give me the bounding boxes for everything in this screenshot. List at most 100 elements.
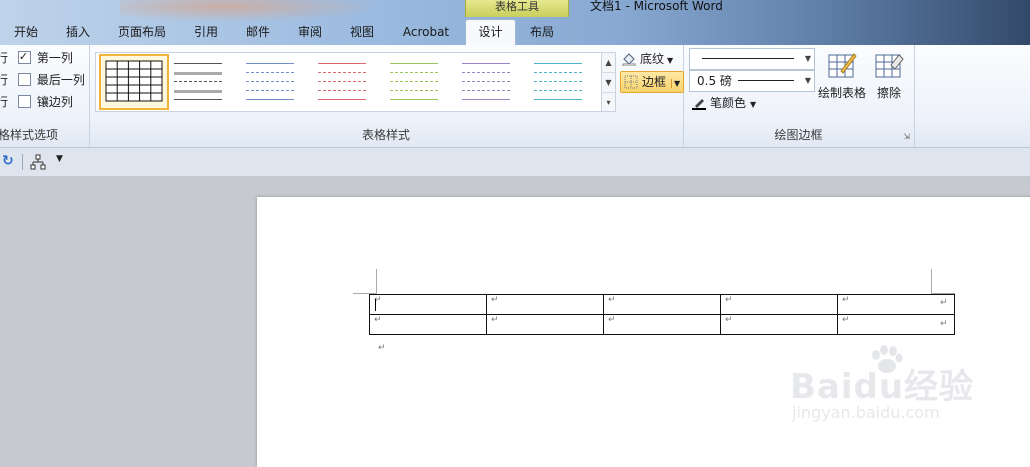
option-first-column[interactable]: 行 第一列 <box>0 48 73 67</box>
table-style-swatch[interactable] <box>384 59 444 105</box>
watermark-brand: Baidu经验 <box>790 367 975 407</box>
pen-color-button[interactable]: 笔颜色 ▼ <box>692 93 756 113</box>
table-cell[interactable]: ↵ <box>486 314 604 335</box>
checkbox-first-column[interactable] <box>17 48 31 66</box>
redo-icon[interactable]: ↻ <box>2 153 14 169</box>
cell-end-mark: ↵ <box>491 315 499 325</box>
document-table[interactable]: ↵ ↵ ↵ ↵ ↵ ↵ ↵ ↵ ↵ ↵ <box>369 294 955 335</box>
table-row[interactable]: ↵ ↵ ↵ ↵ ↵ <box>369 314 955 335</box>
swatch-line <box>534 81 582 82</box>
table-cell[interactable]: ↵ <box>720 294 838 315</box>
paint-bucket-icon <box>622 53 636 66</box>
title-bar: 表格工具 文档1 - Microsoft Word 开始 插入 页面布局 引用 … <box>0 0 1030 47</box>
table-style-swatch[interactable] <box>168 59 228 105</box>
swatch-line <box>246 99 294 100</box>
group-table-style-options: 行 第一列 行 最后一列 行 镶边列 格样式选项 <box>0 45 90 147</box>
table-cell[interactable]: ↵ <box>369 314 487 335</box>
table-style-swatch[interactable] <box>456 59 516 105</box>
document-page[interactable]: ↵ ↵ ↵ ↵ ↵ ↵ ↵ ↵ ↵ ↵ ↵ ↵ ↵ <box>257 197 1030 467</box>
table-grid-preview-icon <box>105 60 163 102</box>
customize-toolbar-chevron-icon[interactable]: ▼ <box>56 154 63 164</box>
shading-label: 底纹 <box>640 52 665 66</box>
tab-page-layout[interactable]: 页面布局 <box>104 20 180 45</box>
gallery-up-arrow-icon[interactable]: ▲ <box>602 53 615 73</box>
table-cell[interactable]: ↵ <box>603 294 721 315</box>
draw-table-button[interactable]: 绘制表格 <box>817 51 867 101</box>
table-cell[interactable]: ↵ <box>603 314 721 335</box>
table-style-swatch[interactable] <box>99 54 169 110</box>
tab-mailings[interactable]: 邮件 <box>232 20 284 45</box>
swatch-line <box>174 90 222 93</box>
window-title: 文档1 - Microsoft Word <box>590 0 723 13</box>
gallery-down-arrow-icon[interactable]: ▼ <box>602 73 615 93</box>
table-row[interactable]: ↵ ↵ ↵ ↵ ↵ <box>369 294 955 315</box>
table-cell[interactable]: ↵ <box>837 294 955 315</box>
option-last-column[interactable]: 行 最后一列 <box>0 71 85 89</box>
shading-button[interactable]: 底纹 ▼ <box>622 49 673 69</box>
swatch-line <box>390 81 438 82</box>
margin-mark-right <box>931 269 932 294</box>
swatch-line <box>390 72 438 73</box>
swatch-line <box>462 90 510 91</box>
table-styles-gallery[interactable] <box>95 52 603 112</box>
table-cell[interactable]: ↵ <box>720 314 838 335</box>
chevron-down-icon: ▼ <box>804 76 811 85</box>
swatch-line <box>462 99 510 100</box>
cell-end-mark: ↵ <box>608 315 616 325</box>
cut-label: 行 <box>0 95 9 109</box>
swatch-line <box>318 63 366 64</box>
borders-button[interactable]: 边框 ▼ <box>620 71 685 93</box>
swatch-line <box>246 90 294 91</box>
swatch-line <box>318 81 366 82</box>
draw-table-label: 绘制表格 <box>817 86 866 100</box>
table-cell[interactable]: ↵ <box>369 294 487 315</box>
swatch-line <box>390 99 438 100</box>
eraser-label: 擦除 <box>876 86 901 100</box>
swatch-line <box>390 90 438 91</box>
gallery-more-icon[interactable]: ▾ <box>602 93 615 112</box>
tab-layout[interactable]: 布局 <box>516 20 568 45</box>
checkbox-last-column[interactable] <box>17 73 31 86</box>
pen-color-icon <box>692 99 706 110</box>
border-grid-icon <box>624 75 638 89</box>
swatch-line <box>534 99 582 100</box>
swatch-line <box>534 90 582 91</box>
row-end-mark: ↵ <box>940 298 948 308</box>
cell-end-mark: ↵ <box>491 295 499 305</box>
table-cell[interactable]: ↵ <box>486 294 604 315</box>
line-weight-dropdown[interactable]: 0.5 磅 ▼ <box>689 70 815 92</box>
org-chart-icon[interactable] <box>30 154 46 170</box>
line-style-dropdown[interactable]: ▼ <box>689 48 815 70</box>
swatch-line <box>462 81 510 82</box>
eraser-button[interactable]: 擦除 <box>869 51 909 101</box>
option-banded-columns[interactable]: 行 镶边列 <box>0 93 73 111</box>
draw-table-icon <box>828 53 857 78</box>
checkbox-banded-columns[interactable] <box>17 95 31 108</box>
ribbon-tabs: 开始 插入 页面布局 引用 邮件 审阅 视图 Acrobat 设计 布局 <box>0 19 1030 47</box>
cell-end-mark: ↵ <box>725 295 733 305</box>
gallery-scroll: ▲ ▼ ▾ <box>601 52 616 112</box>
watermark-url: jingyan.baidu.com <box>792 403 940 422</box>
table-cell[interactable]: ↵ <box>837 314 955 335</box>
dialog-launcher-icon[interactable]: ⇲ <box>903 132 910 141</box>
cell-end-mark: ↵ <box>842 295 850 305</box>
tab-acrobat[interactable]: Acrobat <box>388 20 464 45</box>
tab-home[interactable]: 开始 <box>0 20 52 45</box>
swatch-line <box>534 72 582 73</box>
label-last-column: 最后一列 <box>36 73 85 87</box>
table-style-swatch[interactable] <box>312 59 372 105</box>
swatch-line <box>462 72 510 73</box>
line-weight-sample <box>738 80 794 81</box>
tab-view[interactable]: 视图 <box>336 20 388 45</box>
tab-insert[interactable]: 插入 <box>52 20 104 45</box>
line-weight-value: 0.5 磅 <box>697 74 732 88</box>
borders-label: 边框 <box>642 75 667 89</box>
chevron-down-icon[interactable]: ▼ <box>671 79 681 88</box>
swatch-line <box>174 72 222 75</box>
tab-review[interactable]: 审阅 <box>284 20 336 45</box>
table-style-swatch[interactable] <box>240 59 300 105</box>
swatch-line <box>390 63 438 64</box>
tab-design[interactable]: 设计 <box>465 19 516 47</box>
tab-references[interactable]: 引用 <box>180 20 232 45</box>
table-style-swatch[interactable] <box>528 59 588 105</box>
